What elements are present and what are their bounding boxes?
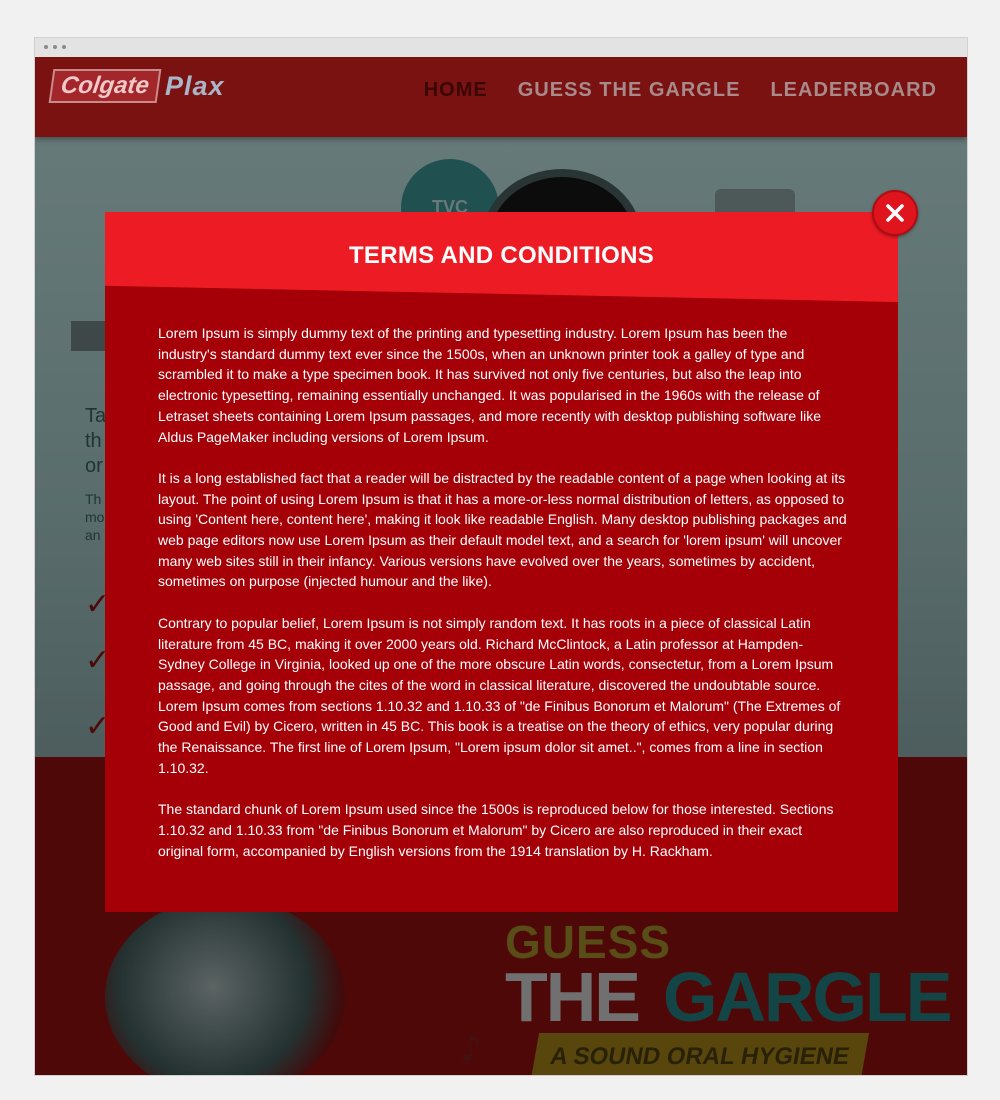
browser-window: Colgate Plax HOME GUESS THE GARGLE LEADE…: [34, 37, 968, 1076]
logo-plax-text: Plax: [165, 70, 225, 101]
modal-title: TERMS AND CONDITIONS: [348, 242, 655, 269]
window-dots: [44, 45, 66, 49]
terms-modal: TERMS AND CONDITIONS Lorem Ipsum is simp…: [105, 212, 898, 912]
browser-titlebar: [35, 38, 967, 57]
nav-link-leaderboard[interactable]: LEADERBOARD: [770, 79, 937, 102]
colgate-plax-logo[interactable]: Colgate Plax: [48, 69, 225, 103]
nav-links: HOME GUESS THE GARGLE LEADERBOARD: [424, 79, 937, 102]
website: Colgate Plax HOME GUESS THE GARGLE LEADE…: [35, 57, 967, 1075]
close-button[interactable]: [872, 190, 918, 236]
nav-link-guess-the-gargle[interactable]: GUESS THE GARGLE: [518, 79, 741, 102]
modal-body: Lorem Ipsum is simply dummy text of the …: [158, 323, 848, 882]
terms-paragraph: It is a long established fact that a rea…: [158, 469, 847, 590]
top-navigation: Colgate Plax HOME GUESS THE GARGLE LEADE…: [35, 57, 967, 137]
terms-paragraph: The standard chunk of Lorem Ipsum used s…: [158, 801, 834, 859]
logo-colgate-text: Colgate: [48, 69, 162, 103]
nav-link-home[interactable]: HOME: [424, 79, 488, 102]
close-icon: [886, 204, 904, 222]
terms-paragraph: Lorem Ipsum is simply dummy text of the …: [158, 325, 822, 445]
terms-paragraph: Contrary to popular belief, Lorem Ipsum …: [158, 614, 841, 776]
modal-header: TERMS AND CONDITIONS: [105, 212, 898, 302]
